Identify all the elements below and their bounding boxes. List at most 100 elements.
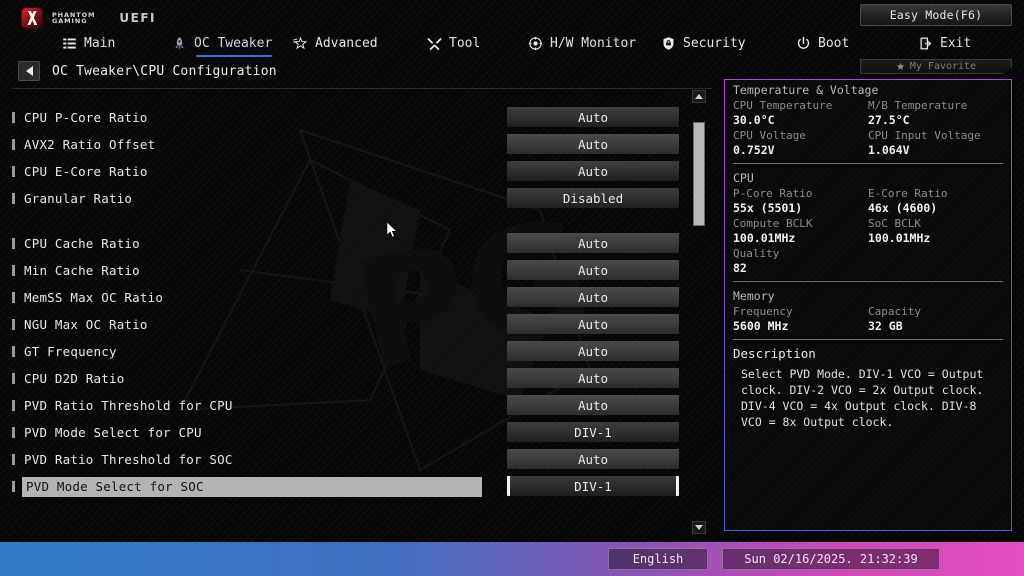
info-item: CPU Temperature 30.0°C xyxy=(733,98,868,128)
info-value: 1.064V xyxy=(868,143,910,157)
setting-value[interactable]: DIV-1 xyxy=(507,422,679,442)
info-value: 5600 MHz xyxy=(733,319,789,333)
star-icon xyxy=(896,62,905,70)
info-item: Frequency 5600 MHz xyxy=(733,304,868,334)
breadcrumb-path: OC Tweaker\CPU Configuration xyxy=(52,63,277,79)
description-text: Select PVD Mode. DIV-1 VCO = Output cloc… xyxy=(741,367,984,429)
scrollbar-thumb[interactable] xyxy=(693,122,705,226)
back-arrow-icon xyxy=(25,66,33,76)
bullet-icon xyxy=(12,238,15,249)
cpu-section: CPU P-Core Ratio 55x (5501) Compute BCLK 10… xyxy=(725,168,1011,276)
info-key: M/B Temperature xyxy=(868,99,968,112)
info-value: 0.752V xyxy=(733,143,775,157)
info-value: 55x (5501) xyxy=(733,201,803,215)
setting-row[interactable]: AVX2 Ratio Offset Auto xyxy=(0,133,712,157)
setting-label: PVD Mode Select for CPU xyxy=(24,425,202,440)
header-bar: PHANTOM GAMING UEFI Easy Mode(F6) Main OC… xyxy=(0,0,1024,89)
power-icon xyxy=(796,36,811,51)
info-item: Capacity 32 GB xyxy=(868,304,1003,334)
setting-row[interactable]: PVD Ratio Threshold for CPU Auto xyxy=(0,394,712,418)
menu-item-oc-tweaker[interactable]: OC Tweaker xyxy=(172,30,273,57)
setting-value[interactable]: Auto xyxy=(507,233,679,253)
bullet-icon xyxy=(12,373,15,384)
info-panel: Temperature & Voltage CPU Temperature 30.… xyxy=(724,79,1012,531)
uefi-label: UEFI xyxy=(119,11,157,25)
menu-item-label: OC Tweaker xyxy=(194,35,273,51)
menu-item-main[interactable]: Main xyxy=(62,30,115,56)
setting-value[interactable]: Auto xyxy=(507,107,679,127)
setting-row[interactable]: PVD Mode Select for SOC DIV-1 xyxy=(0,475,712,499)
setting-label: CPU P-Core Ratio xyxy=(24,110,148,125)
setting-value[interactable]: Auto xyxy=(507,287,679,307)
menu-item-security[interactable]: Security xyxy=(661,30,746,56)
cpu-title: CPU xyxy=(733,171,754,185)
setting-value[interactable]: Auto xyxy=(507,395,679,415)
info-column-left: P-Core Ratio 55x (5501) Compute BCLK 100.01… xyxy=(733,186,868,276)
setting-row[interactable]: Granular Ratio Disabled xyxy=(0,187,712,211)
mouse-cursor xyxy=(387,222,398,238)
setting-value[interactable]: Auto xyxy=(507,449,679,469)
setting-value[interactable]: Auto xyxy=(507,161,679,181)
menu-item-tool[interactable]: Tool xyxy=(427,30,480,56)
setting-row[interactable]: MemSS Max OC Ratio Auto xyxy=(0,286,712,310)
info-item: M/B Temperature 27.5°C xyxy=(868,98,1003,128)
setting-row[interactable]: PVD Ratio Threshold for SOC Auto xyxy=(0,448,712,472)
setting-label: CPU D2D Ratio xyxy=(24,371,125,386)
scroll-up-button[interactable] xyxy=(692,90,706,103)
info-key: Capacity xyxy=(868,305,921,318)
list-scrollbar[interactable] xyxy=(692,90,706,534)
menu-item-advanced[interactable]: Advanced xyxy=(293,30,378,56)
menu-item-label: H/W Monitor xyxy=(550,35,637,51)
setting-row[interactable]: CPU Cache Ratio Auto xyxy=(0,232,712,256)
bullet-icon xyxy=(12,400,15,411)
bullet-icon xyxy=(12,346,15,357)
setting-value[interactable]: Auto xyxy=(507,341,679,361)
back-button[interactable] xyxy=(18,61,40,81)
menu-item-boot[interactable]: Boot xyxy=(796,30,849,56)
memory-title: Memory xyxy=(733,289,775,303)
bullet-icon xyxy=(12,112,15,123)
setting-value[interactable]: Auto xyxy=(507,314,679,334)
my-favorite-button[interactable]: My Favorite xyxy=(860,59,1012,74)
setting-value[interactable]: DIV-1 xyxy=(507,476,679,496)
bullet-icon xyxy=(12,427,15,438)
tools-icon xyxy=(427,36,442,51)
bullet-icon xyxy=(12,139,15,150)
setting-label: Granular Ratio xyxy=(24,191,133,206)
easy-mode-button[interactable]: Easy Mode(F6) xyxy=(860,4,1012,26)
datetime-display[interactable]: Sun 02/16/2025. 21:32:39 xyxy=(722,548,940,570)
setting-row[interactable]: PVD Mode Select for CPU DIV-1 xyxy=(0,421,712,445)
bullet-icon xyxy=(12,265,15,276)
info-value: 46x (4600) xyxy=(868,201,938,215)
temperature-voltage-section: Temperature & Voltage CPU Temperature 30.… xyxy=(725,80,1011,158)
info-value: 27.5°C xyxy=(868,113,910,127)
setting-label: MemSS Max OC Ratio xyxy=(24,290,164,305)
breadcrumb: OC Tweaker\CPU Configuration xyxy=(18,61,277,81)
chevron-down-icon xyxy=(695,525,703,530)
info-column-right: E-Core Ratio 46x (4600) SoC BCLK 100.01MHz xyxy=(868,186,1003,276)
my-favorite-label: My Favorite xyxy=(909,61,977,72)
settings-list: CPU P-Core Ratio Auto AVX2 Ratio Offset Aut… xyxy=(0,96,712,534)
setting-row[interactable]: GT Frequency Auto xyxy=(0,340,712,364)
scroll-down-button[interactable] xyxy=(692,521,706,534)
setting-row[interactable]: CPU E-Core Ratio Auto xyxy=(0,160,712,184)
bullet-icon xyxy=(12,319,15,330)
setting-row[interactable]: CPU D2D Ratio Auto xyxy=(0,367,712,391)
setting-value[interactable]: Auto xyxy=(507,134,679,154)
setting-row[interactable]: NGU Max OC Ratio Auto xyxy=(0,313,712,337)
setting-value[interactable]: Disabled xyxy=(507,188,679,208)
setting-row[interactable]: CPU P-Core Ratio Auto xyxy=(0,106,712,130)
setting-row[interactable]: Min Cache Ratio Auto xyxy=(0,259,712,283)
star-icon xyxy=(293,35,308,51)
setting-value[interactable]: Auto xyxy=(507,368,679,388)
menu-item-exit[interactable]: Exit xyxy=(918,30,971,56)
info-item: CPU Input Voltage 1.064V xyxy=(868,128,1003,158)
list-icon xyxy=(62,36,77,51)
description-section: Description Select PVD Mode. DIV-1 VCO =… xyxy=(725,344,1011,430)
chevron-up-icon xyxy=(695,94,703,99)
menu-item-label: Exit xyxy=(940,35,972,51)
setting-value[interactable]: Auto xyxy=(507,260,679,280)
info-column-right: M/B Temperature 27.5°C CPU Input Voltage 1.… xyxy=(868,98,1003,158)
menu-item-h-w-monitor[interactable]: H/W Monitor xyxy=(528,30,636,56)
language-button[interactable]: English xyxy=(608,548,708,570)
